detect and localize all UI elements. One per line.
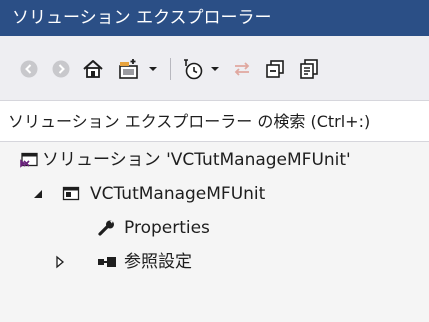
references-icon [98, 257, 116, 267]
pending-changes-dropdown[interactable] [208, 56, 222, 82]
search-box [0, 100, 429, 142]
pending-changes-button[interactable] [180, 56, 206, 82]
sync-icon [234, 62, 250, 76]
switch-views-icon [119, 59, 138, 79]
window-title: ソリューション エクスプローラー [0, 0, 429, 36]
home-icon [83, 60, 103, 78]
forward-circle-icon [52, 60, 70, 78]
search-input[interactable] [0, 101, 429, 141]
tree-item-label: ソリューション 'VCTutManageMFUnit' [42, 150, 351, 170]
clock-icon [184, 59, 203, 80]
forward-button[interactable] [50, 56, 72, 82]
solution-explorer-pane: ソリューション エクスプローラー ソリューション エクスプローラー の検索 (C… [0, 0, 429, 322]
switch-views-button[interactable] [116, 56, 144, 82]
show-all-files-icon [300, 59, 318, 79]
solution-tree: ソリューション 'VCTutManageMFUnit' VCTutManageM… [0, 142, 429, 322]
project-icon [62, 186, 80, 201]
show-all-files-button[interactable] [296, 56, 322, 82]
tree-item-label: VCTutManageMFUnit [90, 184, 266, 204]
chevron-down-icon [149, 67, 157, 71]
home-button[interactable] [80, 56, 106, 82]
switch-views-dropdown[interactable] [146, 56, 160, 82]
toolbar [0, 36, 429, 100]
tree-item-references[interactable]: 参照設定 [0, 246, 429, 278]
solution-icon [20, 152, 38, 168]
back-button[interactable] [18, 56, 40, 82]
back-circle-icon [20, 60, 38, 78]
toolbar-separator [170, 58, 171, 80]
tree-item-label: Properties [124, 218, 210, 238]
expanded-arrow-icon[interactable] [30, 186, 48, 202]
collapsed-arrow-icon[interactable] [52, 254, 70, 270]
sync-button[interactable] [230, 56, 254, 82]
collapse-all-button[interactable] [262, 56, 288, 82]
collapse-all-icon [266, 60, 284, 78]
chevron-down-icon [211, 67, 219, 71]
wrench-icon [98, 220, 114, 236]
tree-item-solution[interactable]: ソリューション 'VCTutManageMFUnit' [0, 144, 429, 176]
tree-item-properties[interactable]: Properties [0, 212, 429, 244]
tree-item-project[interactable]: VCTutManageMFUnit [0, 178, 429, 210]
tree-item-label: 参照設定 [124, 252, 192, 272]
